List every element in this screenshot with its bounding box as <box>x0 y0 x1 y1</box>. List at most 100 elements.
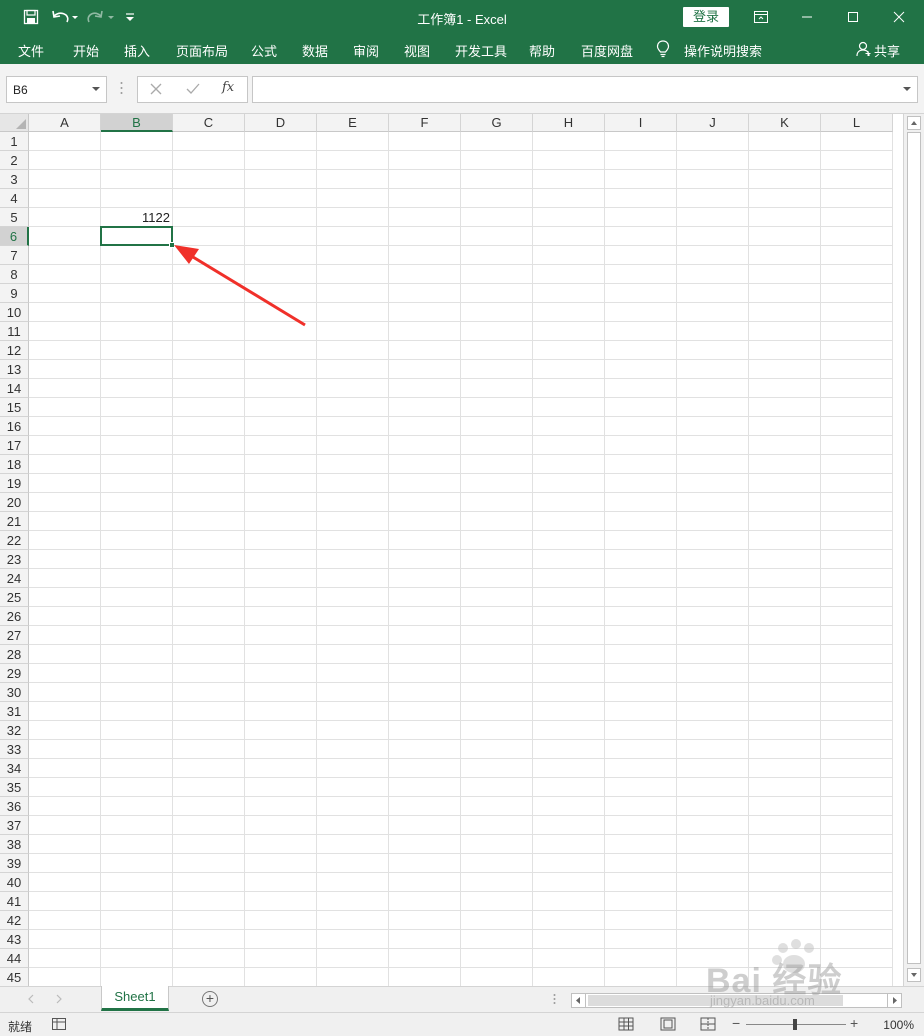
tab-insert[interactable]: 插入 <box>124 41 150 60</box>
normal-view-icon[interactable] <box>618 1017 634 1034</box>
share-button[interactable]: 共享 <box>874 41 900 60</box>
row-header-15[interactable]: 15 <box>0 398 29 417</box>
column-header-c[interactable]: C <box>173 114 245 132</box>
row-header-30[interactable]: 30 <box>0 683 29 702</box>
zoom-in-button[interactable]: + <box>850 1015 858 1031</box>
tell-me-search[interactable]: 操作说明搜索 <box>684 41 762 60</box>
row-header-6[interactable]: 6 <box>0 227 29 246</box>
column-header-b[interactable]: B <box>101 114 173 132</box>
row-header-27[interactable]: 27 <box>0 626 29 645</box>
row-header-21[interactable]: 21 <box>0 512 29 531</box>
scroll-up-icon[interactable] <box>907 116 921 130</box>
row-header-39[interactable]: 39 <box>0 854 29 873</box>
row-header-25[interactable]: 25 <box>0 588 29 607</box>
row-header-22[interactable]: 22 <box>0 531 29 550</box>
row-header-20[interactable]: 20 <box>0 493 29 512</box>
maximize-icon[interactable] <box>830 0 876 34</box>
split-handle-icon[interactable] <box>553 993 556 1008</box>
vertical-scrollbar[interactable] <box>903 114 924 986</box>
column-header-g[interactable]: G <box>461 114 533 132</box>
macro-record-icon[interactable] <box>52 1018 66 1033</box>
column-header-d[interactable]: D <box>245 114 317 132</box>
row-header-31[interactable]: 31 <box>0 702 29 721</box>
row-header-13[interactable]: 13 <box>0 360 29 379</box>
prev-sheet-icon[interactable] <box>27 993 35 1007</box>
insert-function-icon[interactable]: fx <box>222 80 234 95</box>
cells-area[interactable]: 1122 <box>29 132 901 986</box>
share-icon[interactable] <box>856 41 872 60</box>
row-header-37[interactable]: 37 <box>0 816 29 835</box>
tab-review[interactable]: 审阅 <box>353 41 379 60</box>
zoom-out-button[interactable]: − <box>732 1015 740 1031</box>
row-header-28[interactable]: 28 <box>0 645 29 664</box>
scroll-left-icon[interactable] <box>572 994 586 1007</box>
row-header-11[interactable]: 11 <box>0 322 29 341</box>
row-header-19[interactable]: 19 <box>0 474 29 493</box>
column-header-i[interactable]: I <box>605 114 677 132</box>
row-header-32[interactable]: 32 <box>0 721 29 740</box>
row-header-23[interactable]: 23 <box>0 550 29 569</box>
lightbulb-icon[interactable] <box>656 40 670 61</box>
row-header-42[interactable]: 42 <box>0 911 29 930</box>
tab-home[interactable]: 开始 <box>73 41 99 60</box>
row-header-12[interactable]: 12 <box>0 341 29 360</box>
column-header-e[interactable]: E <box>317 114 389 132</box>
tab-developer[interactable]: 开发工具 <box>455 41 507 60</box>
row-header-38[interactable]: 38 <box>0 835 29 854</box>
tab-help[interactable]: 帮助 <box>529 41 555 60</box>
row-header-33[interactable]: 33 <box>0 740 29 759</box>
row-header-18[interactable]: 18 <box>0 455 29 474</box>
row-header-29[interactable]: 29 <box>0 664 29 683</box>
column-header-h[interactable]: H <box>533 114 605 132</box>
select-all-corner[interactable] <box>0 114 29 132</box>
tab-data[interactable]: 数据 <box>302 41 328 60</box>
cell-b5[interactable]: 1122 <box>101 208 173 227</box>
tab-formulas[interactable]: 公式 <box>251 41 277 60</box>
active-cell[interactable] <box>100 226 173 246</box>
row-header-5[interactable]: 5 <box>0 208 29 227</box>
row-header-1[interactable]: 1 <box>0 132 29 151</box>
tab-view[interactable]: 视图 <box>404 41 430 60</box>
row-header-3[interactable]: 3 <box>0 170 29 189</box>
zoom-slider[interactable] <box>746 1019 846 1030</box>
chevron-down-icon[interactable] <box>92 87 100 91</box>
row-header-35[interactable]: 35 <box>0 778 29 797</box>
login-button[interactable]: 登录 <box>683 7 729 27</box>
row-header-40[interactable]: 40 <box>0 873 29 892</box>
row-header-16[interactable]: 16 <box>0 417 29 436</box>
row-header-45[interactable]: 45 <box>0 968 29 986</box>
row-header-34[interactable]: 34 <box>0 759 29 778</box>
enter-icon[interactable] <box>186 83 200 98</box>
expand-formula-icon[interactable] <box>903 87 911 91</box>
row-header-4[interactable]: 4 <box>0 189 29 208</box>
row-header-8[interactable]: 8 <box>0 265 29 284</box>
fill-handle[interactable] <box>169 242 175 248</box>
column-header-l[interactable]: L <box>821 114 893 132</box>
minimize-icon[interactable] <box>784 0 830 34</box>
row-header-10[interactable]: 10 <box>0 303 29 322</box>
row-header-41[interactable]: 41 <box>0 892 29 911</box>
name-box[interactable]: B6 <box>6 76 107 103</box>
next-sheet-icon[interactable] <box>55 993 63 1007</box>
scroll-down-icon[interactable] <box>907 968 921 982</box>
row-header-17[interactable]: 17 <box>0 436 29 455</box>
row-header-2[interactable]: 2 <box>0 151 29 170</box>
row-header-26[interactable]: 26 <box>0 607 29 626</box>
row-header-43[interactable]: 43 <box>0 930 29 949</box>
row-header-36[interactable]: 36 <box>0 797 29 816</box>
sheet-tab-sheet1[interactable]: Sheet1 <box>101 986 169 1011</box>
column-header-k[interactable]: K <box>749 114 821 132</box>
row-header-24[interactable]: 24 <box>0 569 29 588</box>
row-header-7[interactable]: 7 <box>0 246 29 265</box>
page-layout-view-icon[interactable] <box>660 1017 676 1034</box>
column-header-j[interactable]: J <box>677 114 749 132</box>
zoom-level[interactable]: 100% <box>883 1018 914 1032</box>
vertical-scroll-thumb[interactable] <box>907 132 921 964</box>
column-header-a[interactable]: A <box>29 114 101 132</box>
ribbon-display-options-icon[interactable] <box>738 0 784 34</box>
tab-file[interactable]: 文件 <box>18 41 44 60</box>
tab-baidu-netdisk[interactable]: 百度网盘 <box>581 41 633 60</box>
column-header-f[interactable]: F <box>389 114 461 132</box>
add-sheet-button[interactable]: + <box>202 991 218 1007</box>
row-header-14[interactable]: 14 <box>0 379 29 398</box>
